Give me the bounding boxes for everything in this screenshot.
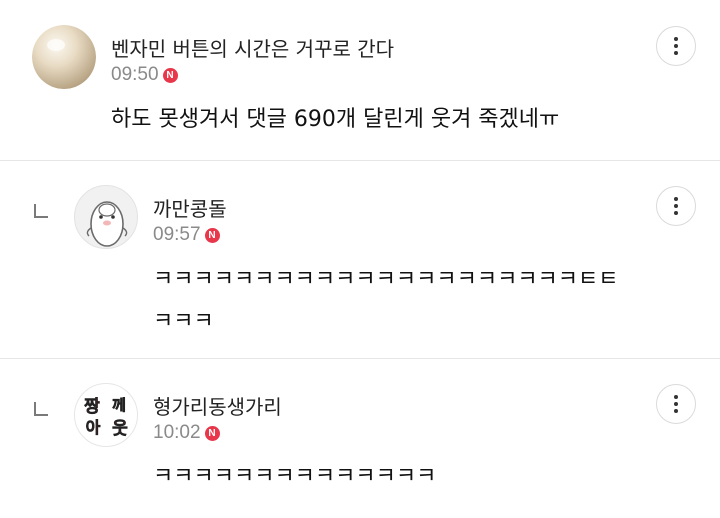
avatar[interactable]: 짱 께 아 웃 <box>74 383 138 447</box>
comment-author[interactable]: 벤자민 버튼의 시간은 거꾸로 간다 <box>111 33 394 62</box>
reply-item: 까만콩돌 09:57 N ㅋㅋㅋㅋㅋㅋㅋㅋㅋㅋㅋㅋㅋㅋㅋㅋㅋㅋㅋㅋㅋㅌㅌ ㅋㅋㅋ <box>0 160 720 358</box>
reply-arrow-icon <box>34 402 48 416</box>
comment-author[interactable]: 까만콩돌 <box>153 193 227 222</box>
comment-text: 하도 못생겨서 댓글 690개 달린게 웃겨 죽겠네ㅠ <box>111 107 560 132</box>
comment-time: 09:50 <box>111 64 159 85</box>
svg-text:께: 께 <box>112 396 126 414</box>
new-badge: N <box>204 227 220 243</box>
comment-meta: 09:57 N <box>153 224 220 246</box>
dot-icon <box>674 204 678 208</box>
comment-item: 벤자민 버튼의 시간은 거꾸로 간다 09:50 N 하도 못생겨서 댓글 69… <box>0 0 720 160</box>
avatar[interactable] <box>32 25 96 89</box>
comment-time: 10:02 <box>153 422 201 443</box>
comment-text: ㅋㅋㅋㅋㅋㅋㅋㅋㅋㅋㅋㅋㅋㅋ <box>153 464 437 489</box>
dot-icon <box>674 51 678 55</box>
dot-icon <box>674 395 678 399</box>
dot-icon <box>674 37 678 41</box>
comment-meta: 10:02 N <box>153 422 220 444</box>
dot-icon <box>674 44 678 48</box>
new-badge: N <box>162 67 178 83</box>
new-badge: N <box>204 425 220 441</box>
avatar[interactable] <box>74 185 138 249</box>
dot-icon <box>674 402 678 406</box>
dot-icon <box>674 197 678 201</box>
svg-text:웃: 웃 <box>112 419 128 439</box>
reply-arrow-icon <box>34 204 48 218</box>
more-options-button[interactable] <box>656 26 696 66</box>
reply-item: 짱 께 아 웃 형가리동생가리 10:02 N ㅋㅋㅋㅋㅋㅋㅋㅋㅋㅋㅋㅋㅋㅋ <box>0 358 720 518</box>
dot-icon <box>674 211 678 215</box>
svg-text:아: 아 <box>86 418 101 437</box>
comment-author[interactable]: 형가리동생가리 <box>153 391 282 420</box>
more-options-button[interactable] <box>656 186 696 226</box>
more-options-button[interactable] <box>656 384 696 424</box>
dot-icon <box>674 409 678 413</box>
comment-text: ㅋㅋㅋㅋㅋㅋㅋㅋㅋㅋㅋㅋㅋㅋㅋㅋㅋㅋㅋㅋㅋㅌㅌ ㅋㅋㅋ <box>153 267 619 334</box>
svg-text:짱: 짱 <box>84 397 100 417</box>
comment-meta: 09:50 N <box>111 64 178 86</box>
comment-time: 09:57 <box>153 224 201 245</box>
